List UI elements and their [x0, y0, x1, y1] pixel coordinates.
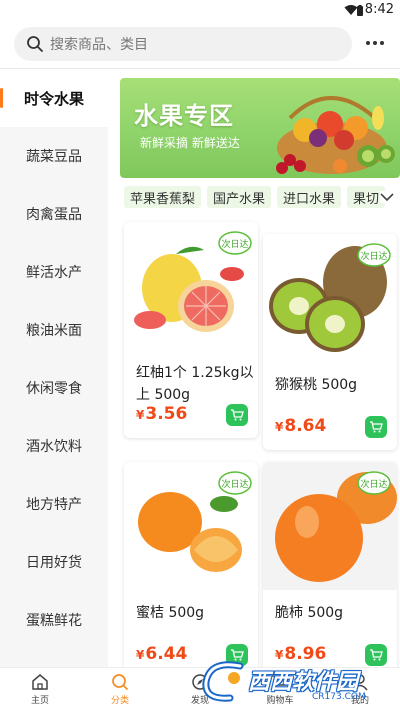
sidebar-item-snacks[interactable]: 休闲零食 — [0, 359, 108, 417]
sidebar-item-seasonal-fruit[interactable]: 时令水果 — [0, 69, 108, 127]
site-watermark: 西西软件园 CR173.COM — [200, 658, 390, 706]
sidebar-item-label: 休闲零食 — [26, 381, 82, 397]
product-name: 蜜桔 500g — [136, 605, 205, 621]
badge-label: 次日达 — [221, 478, 248, 490]
sidebar-item-label: 蛋糕鲜花 — [26, 613, 82, 629]
more-menu-button[interactable] — [360, 33, 390, 53]
status-bar: 8:42 — [0, 0, 400, 22]
more-dot-icon — [380, 41, 384, 45]
sidebar-item-label: 粮油米面 — [26, 323, 82, 339]
product-price: ¥6.44 — [136, 644, 187, 664]
banner-subtitle: 新鲜采摘 新鲜送达 — [140, 136, 240, 150]
currency-symbol: ¥ — [136, 408, 145, 422]
chip-imported-fruit[interactable]: 进口水果 — [277, 186, 342, 208]
next-day-badge-icon: 次日达 — [218, 471, 252, 495]
product-card[interactable]: 次日达 脆柿 500g ¥8.96 — [263, 462, 397, 678]
currency-symbol: ¥ — [136, 648, 145, 662]
search-icon — [27, 36, 43, 52]
battery-icon — [357, 5, 363, 16]
category-sidebar: 时令水果 蔬菜豆品 肉禽蛋品 鲜活水产 粮油米面 休闲零食 酒水饮料 地方特产 … — [0, 69, 108, 667]
search-icon — [112, 674, 128, 690]
price-value: 3.56 — [145, 404, 188, 424]
sidebar-item-label: 酒水饮料 — [26, 439, 82, 455]
subcategory-chips: 苹果香蕉梨 国产水果 进口水果 果切 — [124, 186, 400, 210]
sidebar-item-grain-oil[interactable]: 粮油米面 — [0, 301, 108, 359]
sidebar-item-seafood[interactable]: 鲜活水产 — [0, 243, 108, 301]
add-to-cart-button[interactable] — [365, 416, 387, 438]
wifi-icon — [344, 5, 358, 15]
tab-home[interactable]: 主页 — [0, 671, 80, 710]
next-day-badge-icon: 次日达 — [218, 231, 252, 255]
more-dot-icon — [366, 41, 370, 45]
product-name: 红柚1个 1.25kg以上 500g — [136, 365, 254, 403]
badge-label: 次日达 — [360, 250, 387, 262]
status-time: 8:42 — [364, 2, 394, 17]
next-day-badge-icon: 次日达 — [357, 243, 391, 267]
sidebar-item-label: 时令水果 — [23, 89, 84, 108]
chevron-down-icon[interactable] — [380, 191, 394, 203]
next-day-badge-icon: 次日达 — [357, 471, 391, 495]
currency-symbol: ¥ — [275, 420, 284, 434]
sidebar-item-label: 肉禽蛋品 — [26, 207, 82, 223]
search-input[interactable]: 搜索商品、类目 — [14, 27, 352, 61]
badge-label: 次日达 — [360, 478, 387, 490]
watermark-url: CR173.COM — [312, 692, 366, 702]
banner-title: 水果专区 — [134, 102, 234, 130]
fruit-zone-banner[interactable]: 水果专区 新鲜采摘 新鲜送达 — [120, 78, 400, 178]
tab-label: 主页 — [30, 696, 49, 706]
product-price: ¥8.64 — [275, 416, 326, 436]
price-value: 6.44 — [145, 644, 188, 664]
tab-label: 分类 — [110, 696, 129, 706]
badge-label: 次日达 — [221, 238, 248, 250]
sidebar-item-label: 蔬菜豆品 — [26, 149, 82, 165]
product-card[interactable]: 次日达 蜜桔 500g ¥6.44 — [124, 462, 258, 678]
sidebar-item-vegetables[interactable]: 蔬菜豆品 — [0, 127, 108, 185]
sidebar-item-meat-eggs[interactable]: 肉禽蛋品 — [0, 185, 108, 243]
sidebar-item-cake-flowers[interactable]: 蛋糕鲜花 — [0, 591, 108, 649]
product-name: 猕猴桃 500g — [275, 377, 358, 393]
chip-apple-banana-pear[interactable]: 苹果香蕉梨 — [124, 186, 202, 208]
more-dot-icon — [373, 41, 377, 45]
category-page: 8:42 搜索商品、类目 时令水果 蔬菜豆品 肉禽蛋品 鲜活水产 粮油米面 休闲… — [0, 0, 400, 710]
sidebar-item-label: 鲜活水产 — [26, 265, 82, 281]
fruit-basket-image — [276, 96, 395, 174]
product-price: ¥3.56 — [136, 404, 187, 424]
product-name: 脆柿 500g — [275, 605, 344, 621]
chip-domestic-fruit[interactable]: 国产水果 — [207, 186, 272, 208]
sidebar-item-label: 地方特产 — [26, 497, 82, 513]
watermark-logo-icon — [202, 661, 244, 702]
sidebar-item-label: 日用好货 — [26, 555, 82, 571]
sidebar-item-local-specialty[interactable]: 地方特产 — [0, 475, 108, 533]
product-card[interactable]: 次日达 红柚1个 1.25kg以上 500g ¥3.56 — [124, 222, 258, 438]
product-card[interactable]: 次日达 猕猴桃 500g ¥8.64 — [263, 234, 397, 450]
search-placeholder: 搜索商品、类目 — [50, 37, 148, 53]
sidebar-item-drinks[interactable]: 酒水饮料 — [0, 417, 108, 475]
cart-icon — [370, 421, 383, 433]
add-to-cart-button[interactable] — [226, 404, 248, 426]
price-value: 8.64 — [284, 416, 327, 436]
sidebar-item-daily-goods[interactable]: 日用好货 — [0, 533, 108, 591]
tab-category[interactable]: 分类 — [80, 671, 160, 710]
home-icon — [32, 674, 48, 690]
cart-icon — [231, 409, 244, 421]
